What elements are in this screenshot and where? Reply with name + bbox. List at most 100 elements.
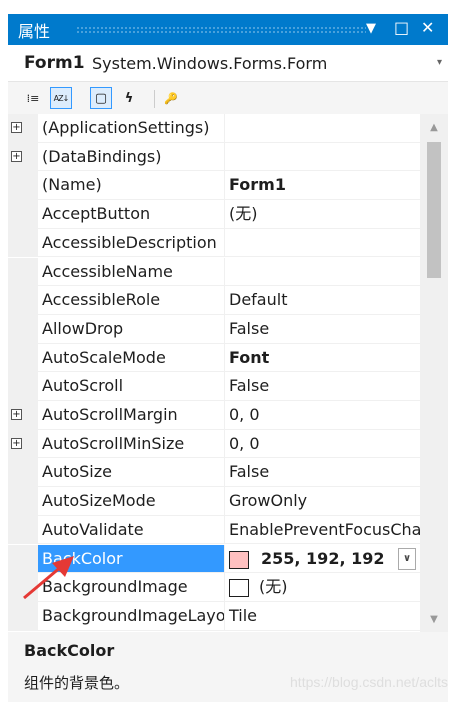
property-value[interactable]: Form1 bbox=[225, 171, 420, 201]
property-value-text: 255, 192, 192 bbox=[261, 548, 385, 568]
row-gutter bbox=[8, 458, 38, 488]
row-gutter bbox=[8, 228, 38, 258]
property-name[interactable]: AcceptButton bbox=[38, 200, 225, 229]
property-pages-icon[interactable]: 🔑 bbox=[160, 87, 182, 109]
property-row[interactable]: AccessibleRole Default bbox=[8, 286, 420, 315]
property-value[interactable]: (无) bbox=[225, 200, 420, 229]
value-dropdown-button[interactable]: ∨ bbox=[398, 547, 416, 570]
row-gutter: + bbox=[8, 114, 38, 143]
row-gutter: + bbox=[8, 429, 38, 459]
property-row[interactable]: + (ApplicationSettings) bbox=[8, 114, 420, 143]
property-name[interactable]: (ApplicationSettings) bbox=[38, 114, 225, 143]
property-row[interactable]: AutoSizeMode GrowOnly bbox=[8, 487, 420, 516]
property-row[interactable]: AcceptButton (无) bbox=[8, 200, 420, 229]
property-row[interactable]: AutoScaleMode Font bbox=[8, 343, 420, 373]
property-value[interactable]: GrowOnly bbox=[225, 487, 420, 516]
property-value[interactable]: 0, 0 bbox=[225, 401, 420, 430]
property-value-text: EnablePreventFocusChange bbox=[229, 519, 420, 539]
row-gutter: + bbox=[8, 142, 38, 172]
property-row[interactable]: BackgroundImageLayout Tile bbox=[8, 601, 420, 631]
property-value-text: False bbox=[229, 376, 270, 396]
property-value[interactable]: EnablePreventFocusChange bbox=[225, 516, 420, 545]
watermark-text: https://blog.csdn.net/aclts bbox=[290, 674, 448, 690]
property-name[interactable]: AutoScaleMode bbox=[38, 343, 225, 373]
property-name[interactable]: BackgroundImage bbox=[38, 573, 225, 602]
property-value[interactable]: 0, 0 bbox=[225, 430, 420, 459]
events-lightning-icon[interactable]: ϟ bbox=[118, 87, 140, 109]
property-value[interactable]: Tile bbox=[225, 602, 420, 631]
property-name[interactable]: BackgroundImageLayout bbox=[38, 601, 225, 631]
property-value[interactable]: Default bbox=[225, 286, 420, 315]
title-drag-grip[interactable] bbox=[76, 26, 366, 33]
vertical-scrollbar[interactable]: ▲ ▼ bbox=[420, 114, 448, 632]
property-value[interactable] bbox=[225, 258, 420, 287]
property-row[interactable]: + AutoScrollMargin 0, 0 bbox=[8, 401, 420, 430]
row-gutter bbox=[8, 200, 38, 229]
window-menu-button[interactable]: ▼ bbox=[366, 21, 376, 36]
description-text: 组件的背景色。 bbox=[24, 674, 130, 692]
row-gutter bbox=[8, 343, 38, 373]
scroll-thumb[interactable] bbox=[427, 142, 441, 278]
property-name[interactable]: AllowDrop bbox=[38, 314, 225, 344]
property-value[interactable] bbox=[225, 143, 420, 172]
property-value[interactable]: (无) bbox=[225, 573, 420, 602]
chevron-down-icon[interactable]: ▾ bbox=[437, 57, 442, 68]
property-row[interactable]: BackColor 255, 192, 192 ∨ bbox=[8, 544, 420, 574]
property-row[interactable]: BackgroundImage (无) bbox=[8, 573, 420, 602]
property-name[interactable]: AccessibleDescription bbox=[38, 228, 225, 258]
property-name[interactable]: BackColor bbox=[38, 544, 225, 574]
expand-plus-icon[interactable]: + bbox=[11, 437, 22, 449]
expand-plus-icon[interactable]: + bbox=[11, 150, 22, 162]
row-gutter bbox=[8, 515, 38, 545]
row-gutter bbox=[8, 257, 38, 287]
property-grid: + (ApplicationSettings) + (DataBindings) (Na… bbox=[8, 114, 420, 632]
property-name[interactable]: AccessibleName bbox=[38, 257, 225, 287]
property-name[interactable]: AutoScroll bbox=[38, 372, 225, 401]
expand-plus-icon[interactable]: + bbox=[11, 122, 22, 133]
expand-plus-icon[interactable]: + bbox=[11, 409, 22, 420]
description-title: BackColor bbox=[24, 641, 115, 660]
property-value-text: False bbox=[229, 462, 270, 482]
property-name[interactable]: AutoScrollMinSize bbox=[38, 429, 225, 459]
property-row[interactable]: + AutoScrollMinSize 0, 0 bbox=[8, 429, 420, 459]
property-row[interactable]: (Name) Form1 bbox=[8, 171, 420, 201]
property-name[interactable]: (DataBindings) bbox=[38, 142, 225, 172]
color-swatch bbox=[229, 579, 249, 598]
scroll-down-icon[interactable]: ▼ bbox=[420, 608, 448, 632]
window-title: 属性 bbox=[18, 22, 51, 41]
property-row[interactable]: AutoValidateEnablePreventFocusChange bbox=[8, 515, 420, 545]
property-value[interactable]: False bbox=[225, 458, 420, 488]
object-selector[interactable]: Form1 System.Windows.Forms.Form ▾ bbox=[8, 45, 448, 82]
property-name[interactable]: AccessibleRole bbox=[38, 286, 225, 315]
property-value[interactable] bbox=[225, 114, 420, 143]
property-row[interactable]: AccessibleName bbox=[8, 257, 420, 287]
property-value-text: GrowOnly bbox=[229, 491, 308, 511]
properties-view-icon[interactable]: ▢ bbox=[90, 87, 112, 109]
maximize-button[interactable]: □ bbox=[394, 18, 409, 37]
property-row[interactable]: AutoScroll False bbox=[8, 372, 420, 401]
categorized-icon[interactable]: ⁞≡ bbox=[22, 87, 44, 109]
row-gutter bbox=[8, 544, 38, 574]
alphabetical-sort-icon[interactable]: AZ↓ bbox=[50, 87, 72, 109]
row-gutter bbox=[8, 314, 38, 344]
property-row[interactable]: AutoSize False bbox=[8, 458, 420, 488]
property-row[interactable]: AccessibleDescription bbox=[8, 228, 420, 258]
close-button[interactable]: ✕ bbox=[421, 18, 434, 37]
property-value[interactable]: 255, 192, 192 ∨ bbox=[225, 545, 420, 574]
scroll-up-icon[interactable]: ▲ bbox=[420, 116, 448, 140]
property-value[interactable]: False bbox=[225, 315, 420, 344]
property-row[interactable]: + (DataBindings) bbox=[8, 142, 420, 172]
property-row[interactable]: AllowDrop False bbox=[8, 314, 420, 344]
property-name[interactable]: AutoSize bbox=[38, 458, 225, 488]
property-name[interactable]: AutoScrollMargin bbox=[38, 401, 225, 430]
property-value[interactable] bbox=[225, 229, 420, 258]
property-value-text: (无) bbox=[229, 204, 258, 224]
property-value[interactable]: False bbox=[225, 372, 420, 401]
row-gutter bbox=[8, 286, 38, 315]
property-name[interactable]: (Name) bbox=[38, 171, 225, 201]
property-name[interactable]: AutoSizeMode bbox=[38, 487, 225, 516]
property-value[interactable]: Font bbox=[225, 344, 420, 373]
property-value-text: False bbox=[229, 318, 270, 338]
property-value-text: 0, 0 bbox=[229, 405, 260, 424]
property-name[interactable]: AutoValidate bbox=[38, 515, 225, 545]
